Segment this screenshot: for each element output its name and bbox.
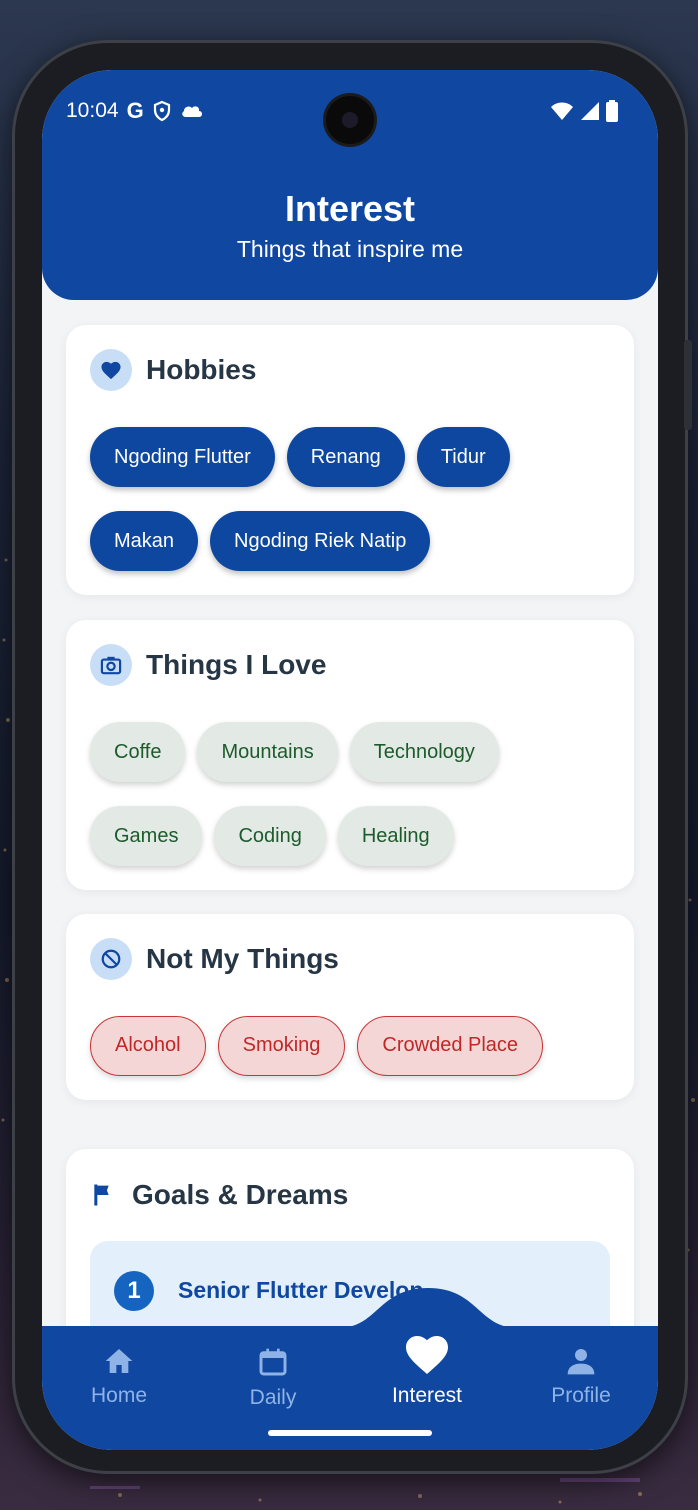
love-chip[interactable]: Coding (214, 806, 326, 866)
shield-icon (153, 100, 170, 122)
block-icon (90, 938, 132, 980)
content-scroll-area[interactable]: Hobbies Ngoding Flutter Renang Tidur Mak… (42, 300, 658, 1328)
nav-label-daily: Daily (249, 1386, 297, 1409)
hobby-chip[interactable]: Renang (286, 427, 405, 487)
nav-item-interest[interactable]: Interest (367, 1332, 487, 1408)
not-my-things-title: Not My Things (146, 943, 339, 974)
calendar-icon (259, 1348, 287, 1376)
signal-icon (581, 102, 599, 120)
hobbies-title: Hobbies (146, 354, 257, 385)
love-chip[interactable]: Mountains (197, 722, 338, 782)
flag-icon (94, 1184, 109, 1206)
battery-icon (606, 100, 618, 122)
love-chip[interactable]: Coffe (90, 722, 186, 782)
goals-title: Goals & Dreams (132, 1179, 349, 1210)
not-chip[interactable]: Alcohol (90, 1016, 206, 1076)
nav-label-interest: Interest (391, 1384, 463, 1407)
hobby-chip[interactable]: Ngoding Flutter (90, 427, 275, 487)
hobbies-chip-list: Ngoding Flutter Renang Tidur Makan Ngodi… (90, 427, 620, 571)
nav-item-home[interactable]: Home (59, 1346, 179, 1408)
hobby-chip[interactable]: Ngoding Riek Natip (210, 511, 431, 571)
cloud-icon (181, 106, 202, 117)
google-icon: G (126, 98, 144, 123)
nav-item-profile[interactable]: Profile (521, 1346, 641, 1408)
hobby-chip[interactable]: Tidur (416, 427, 510, 487)
love-chip[interactable]: Games (90, 806, 203, 866)
home-icon (105, 1349, 133, 1373)
status-bar: 10:04 G (42, 70, 658, 150)
status-time: 10:04 (66, 99, 119, 122)
nav-label-profile: Profile (551, 1384, 611, 1407)
hobbies-card: Hobbies Ngoding Flutter Renang Tidur Mak… (66, 325, 634, 595)
goal-number: 1 (114, 1271, 154, 1311)
home-indicator[interactable] (268, 1430, 432, 1436)
love-chip[interactable]: Healing (337, 806, 454, 866)
person-icon (567, 1349, 595, 1375)
not-my-things-card: Not My Things Alcohol Smoking Crowded Pl… (66, 914, 634, 1100)
hobby-chip[interactable]: Makan (90, 511, 199, 571)
camera-icon (90, 644, 132, 686)
things-i-love-card: Things I Love Coffe Mountains Technology… (66, 620, 634, 890)
page-subtitle: Things that inspire me (236, 236, 464, 262)
nav-label-home: Home (90, 1384, 148, 1407)
nav-item-daily[interactable]: Daily (213, 1346, 333, 1410)
phone-screen: Interest Things that inspire me 10:04 G (42, 70, 658, 1450)
heart-icon (406, 1336, 448, 1374)
love-chip[interactable]: Technology (349, 722, 499, 782)
wifi-icon (551, 102, 573, 120)
volume-button (684, 340, 692, 430)
not-chip[interactable]: Smoking (217, 1016, 346, 1076)
not-chip-list: Alcohol Smoking Crowded Place (90, 1016, 620, 1076)
things-i-love-title: Things I Love (146, 649, 327, 680)
front-camera (326, 96, 374, 144)
not-chip[interactable]: Crowded Place (357, 1016, 544, 1076)
heart-icon (90, 349, 132, 391)
page-title: Interest (284, 188, 416, 229)
love-chip-list: Coffe Mountains Technology Games Coding … (90, 722, 620, 866)
